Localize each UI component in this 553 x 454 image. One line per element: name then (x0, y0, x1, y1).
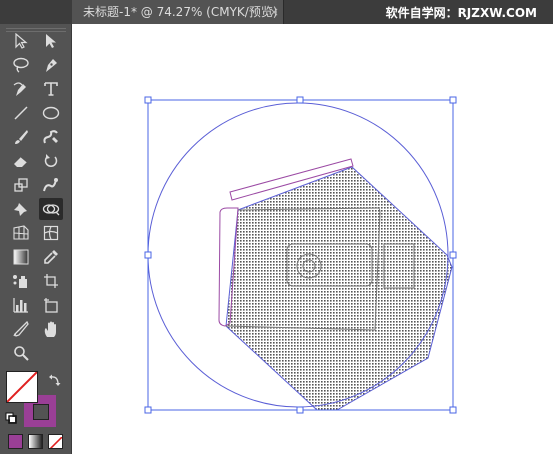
none-slash-icon (7, 372, 37, 402)
warp-tool[interactable] (39, 174, 63, 196)
eraser-tool[interactable] (9, 150, 33, 172)
blob-brush-icon (43, 130, 58, 144)
warp-icon (43, 178, 58, 192)
artboard-icon (44, 274, 58, 288)
mesh-icon (43, 225, 59, 241)
fill-color-swatch[interactable] (6, 371, 38, 403)
type-tool[interactable] (39, 78, 63, 100)
mesh-tool[interactable] (39, 222, 63, 244)
symbol-sprayer-icon (13, 275, 27, 288)
artboard-canvas[interactable] (72, 24, 553, 454)
hatched-shape-group[interactable] (218, 158, 453, 411)
handle-middle-left (144, 251, 152, 259)
direct-selection-tool[interactable] (39, 30, 63, 52)
rotate-icon (44, 154, 58, 168)
column-graph-tool[interactable] (9, 294, 33, 316)
hand-tool[interactable] (39, 318, 63, 340)
none-mode-button[interactable] (48, 434, 63, 449)
perspective-grid-tool[interactable] (9, 222, 33, 244)
direct-selection-arrow-icon (46, 34, 56, 48)
symbol-sprayer-tool[interactable] (9, 270, 33, 292)
pen-tool[interactable] (39, 54, 63, 76)
swap-fill-stroke-icon[interactable] (48, 372, 62, 391)
free-transform-tool[interactable] (9, 198, 33, 220)
eyedropper-tool[interactable] (39, 246, 63, 268)
rotate-tool[interactable] (39, 150, 63, 172)
pen-icon (46, 59, 57, 72)
zoom-tool[interactable] (9, 342, 33, 364)
pin-icon (14, 203, 27, 216)
type-icon (44, 82, 58, 96)
shape-builder-icon (42, 204, 60, 216)
document-tab-title: 未标题-1* @ 74.27% (CMYK/预览) (83, 5, 278, 19)
pen-knife-tool[interactable] (9, 318, 33, 340)
tab-close-button[interactable]: × (269, 0, 279, 24)
handle-middle-right (449, 251, 457, 259)
handle-bottom-center (296, 406, 304, 414)
perspective-grid-icon (13, 225, 29, 240)
curvature-tool[interactable] (9, 78, 33, 100)
gradient-icon (13, 249, 29, 265)
scale-tool[interactable] (9, 174, 33, 196)
gradient-mode-button[interactable] (28, 434, 43, 449)
lasso-icon (13, 57, 29, 73)
document-tab[interactable]: 未标题-1* @ 74.27% (CMYK/预览) × (72, 0, 284, 24)
curvature-pen-icon (13, 82, 26, 96)
hand-icon (44, 321, 56, 337)
shaper-tool[interactable] (39, 126, 63, 148)
zoom-icon (14, 346, 29, 361)
paintbrush-icon (15, 130, 28, 144)
line-segment-tool[interactable] (9, 102, 33, 124)
eraser-icon (14, 156, 28, 167)
artwork (144, 96, 457, 414)
handle-top-center (296, 96, 304, 104)
default-fill-stroke-icon[interactable] (5, 409, 17, 428)
slice-tool[interactable] (39, 294, 63, 316)
line-icon (14, 106, 28, 120)
color-mode-button[interactable] (8, 434, 23, 449)
selection-tool[interactable] (9, 30, 33, 52)
magic-wand-tool[interactable] (9, 54, 33, 76)
artboard-slice-icon (44, 298, 58, 313)
artboard-tool[interactable] (39, 270, 63, 292)
tools-panel (0, 24, 72, 454)
knife-icon (13, 321, 29, 337)
shape-builder-tool[interactable] (39, 198, 63, 220)
column-graph-icon (13, 298, 28, 313)
handle-bottom-left (144, 406, 152, 414)
handle-top-left (144, 96, 152, 104)
selection-arrow-icon (15, 33, 28, 49)
handle-top-right (449, 96, 457, 104)
paintbrush-tool[interactable] (9, 126, 33, 148)
ellipse-tool[interactable] (39, 102, 63, 124)
eyedropper-icon (44, 250, 58, 264)
watermark: 软件自学网：RJZXW.COM (385, 6, 537, 20)
handle-bottom-right (449, 406, 457, 414)
ellipse-icon (42, 106, 60, 120)
scale-icon (14, 178, 28, 192)
document-tab-bar: 未标题-1* @ 74.27% (CMYK/预览) × 软件自学网：RJZXW.… (0, 0, 553, 24)
gradient-tool[interactable] (9, 246, 33, 268)
